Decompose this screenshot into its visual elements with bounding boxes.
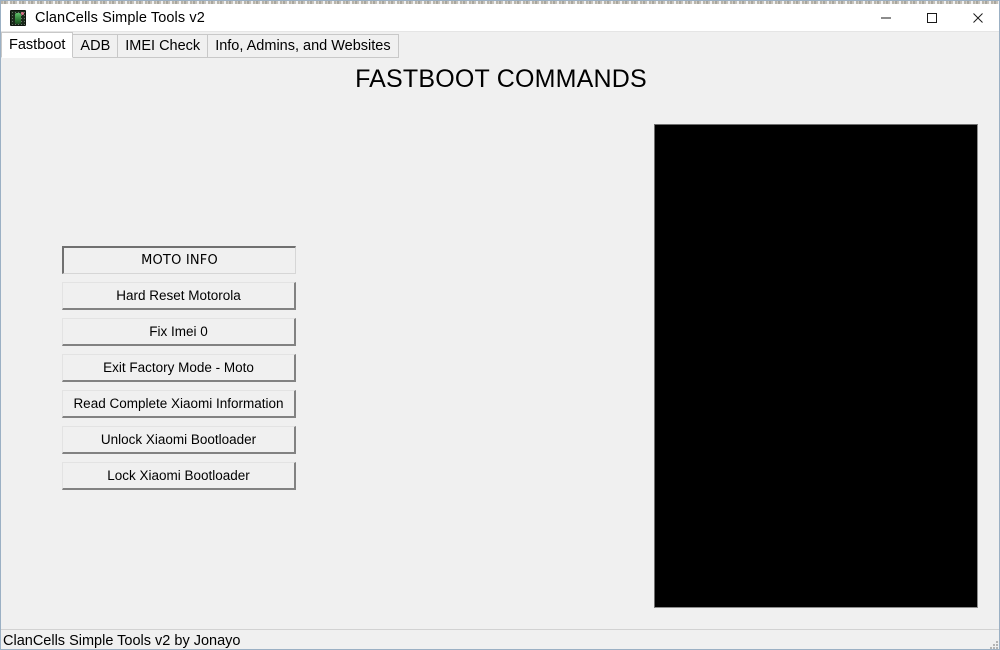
tab-strip: Fastboot ADB IMEI Check Info, Admins, an… [1,32,999,58]
window-title: ClanCells Simple Tools v2 [35,9,205,26]
tab-adb[interactable]: ADB [72,34,119,58]
tab-imei-check[interactable]: IMEI Check [117,34,209,58]
tab-content-fastboot: FASTBOOT COMMANDS MOTO INFO Hard Reset M… [1,58,999,629]
resize-grip-icon[interactable] [987,638,999,650]
app-logo-accent [21,11,24,15]
tab-info-admins-and-websites[interactable]: Info, Admins, and Websites [207,34,399,58]
output-console[interactable] [654,124,978,608]
page-title: FASTBOOT COMMANDS [355,65,647,93]
fastboot-command-list: MOTO INFO Hard Reset Motorola Fix Imei 0… [62,246,297,498]
moto-info-button[interactable]: MOTO INFO [62,246,296,274]
title-bar: ClanCells Simple Tools v2 [1,4,999,32]
fix-imei-0-button[interactable]: Fix Imei 0 [62,318,296,346]
close-icon[interactable] [955,4,999,32]
tab-fastboot-label: Fastboot [9,37,66,53]
minimize-icon[interactable] [863,4,909,32]
lock-xiaomi-bootloader-button[interactable]: Lock Xiaomi Bootloader [62,462,296,490]
tab-imei-check-label: IMEI Check [125,38,201,54]
exit-factory-mode-moto-button[interactable]: Exit Factory Mode - Moto [62,354,296,382]
tab-info-admins-and-websites-label: Info, Admins, and Websites [215,38,391,54]
unlock-xiaomi-bootloader-button[interactable]: Unlock Xiaomi Bootloader [62,426,296,454]
window-controls [863,4,999,32]
hard-reset-motorola-button[interactable]: Hard Reset Motorola [62,282,296,310]
application-window: ClanCells Simple Tools v2 Fastboot ADB I… [0,0,1000,650]
app-logo-figure [15,12,21,24]
status-bar-text: ClanCells Simple Tools v2 by Jonayo [3,632,241,649]
maximize-icon[interactable] [909,4,955,32]
tab-fastboot[interactable]: Fastboot [1,32,74,58]
app-logo-icon [10,9,26,26]
read-complete-xiaomi-information-button[interactable]: Read Complete Xiaomi Information [62,390,296,418]
status-bar: ClanCells Simple Tools v2 by Jonayo [1,629,999,650]
tab-adb-label: ADB [80,38,111,54]
